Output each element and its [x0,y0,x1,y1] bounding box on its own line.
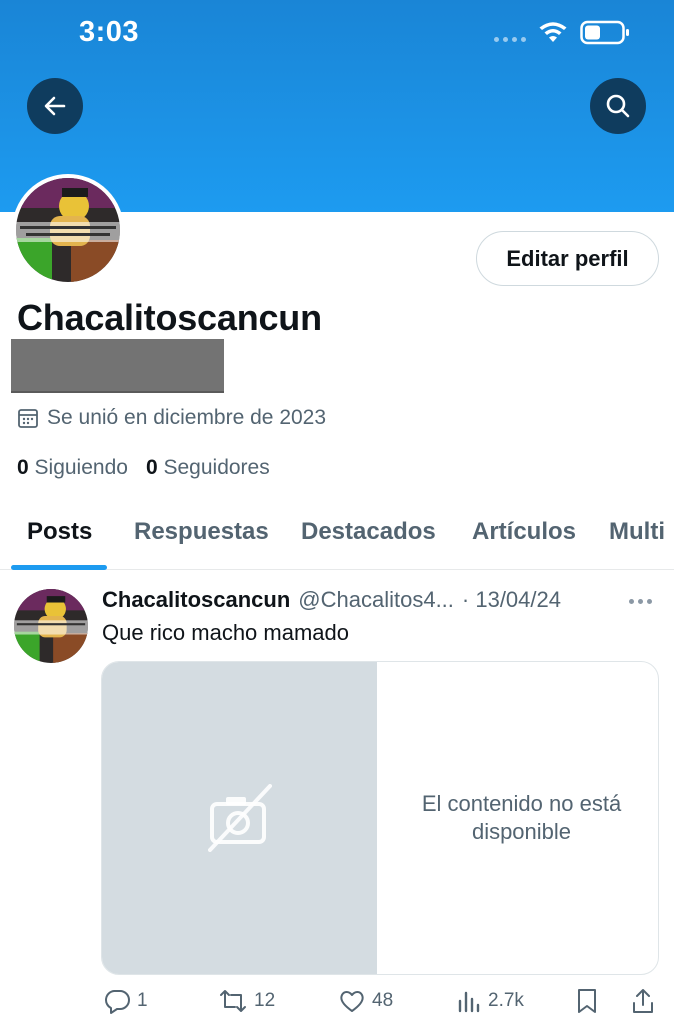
reply-count: 1 [137,990,148,1011]
wifi-icon [539,22,567,42]
post-author[interactable]: Chacalitoscancun [102,587,290,613]
post-avatar[interactable] [14,589,88,663]
profile-tabs: Posts Respuestas Destacados Artículos Mu… [0,506,674,570]
analytics-icon [458,991,480,1013]
image-unavailable-icon [207,784,272,852]
follow-stats: 0 Siguiendo 0 Seguidores [17,456,270,480]
following-count: 0 [17,456,29,479]
media-placeholder [102,662,377,974]
post-text: Que rico macho mamado [102,620,349,645]
more-options-icon[interactable] [629,599,652,604]
calendar-icon [18,409,38,428]
post-header: Chacalitoscancun @Chacalitos4... · 13/04… [102,587,561,613]
search-button[interactable] [590,78,646,134]
search-icon [606,94,630,118]
heart-icon [340,991,364,1012]
followers-label: Seguidores [163,456,270,479]
battery-icon [580,20,629,45]
tab-respuestas[interactable]: Respuestas [134,518,269,546]
avatar-image [14,589,88,663]
tab-destacados[interactable]: Destacados [301,518,436,546]
cellular-signal-icon [494,37,526,42]
following-label: Siguiendo [34,456,128,479]
share-icon [633,989,653,1013]
profile-avatar[interactable] [12,174,124,286]
tab-articulos[interactable]: Artículos [472,518,576,546]
post-date[interactable]: · 13/04/24 [462,587,561,613]
bookmark-icon [578,989,596,1013]
view-count: 2.7k [488,990,524,1011]
bookmark-button[interactable] [575,987,599,1015]
like-button[interactable]: 48 [338,987,393,1015]
back-button[interactable] [27,78,83,134]
unavailable-message: El contenido no está disponible [421,791,622,844]
redacted-handle [11,339,224,391]
share-button[interactable] [630,987,656,1015]
post-actions: 1 12 48 2.7k [0,985,674,1021]
post-handle[interactable]: @Chacalitos4... [298,587,454,613]
display-name: Chacalitoscancun [17,297,322,338]
followers-count: 0 [145,456,158,479]
status-time: 3:03 [79,16,140,48]
reply-icon [105,990,130,1014]
active-tab-indicator [11,565,107,570]
tab-posts[interactable]: Posts [27,518,92,546]
like-count: 48 [372,990,394,1011]
edit-profile-button[interactable]: Editar perfil [476,231,659,286]
repost-count: 12 [254,990,276,1011]
avatar-image [16,178,120,282]
reply-button[interactable]: 1 [103,987,148,1015]
arrow-left-icon [44,96,66,116]
joined-text: Se unió en diciembre de 2023 [47,406,327,429]
following-link[interactable]: 0 Siguiendo [17,456,128,480]
tab-multimedia[interactable]: Multi [609,518,665,546]
media-divider [377,662,385,974]
media-card[interactable]: El contenido no está disponible [101,661,659,975]
repost-button[interactable]: 12 [218,987,275,1015]
views-button[interactable]: 2.7k [456,987,524,1015]
followers-link[interactable]: 0 Seguidores [146,456,270,480]
repost-icon [220,990,246,1012]
joined-date: Se unió en diciembre de 2023 [17,406,326,430]
